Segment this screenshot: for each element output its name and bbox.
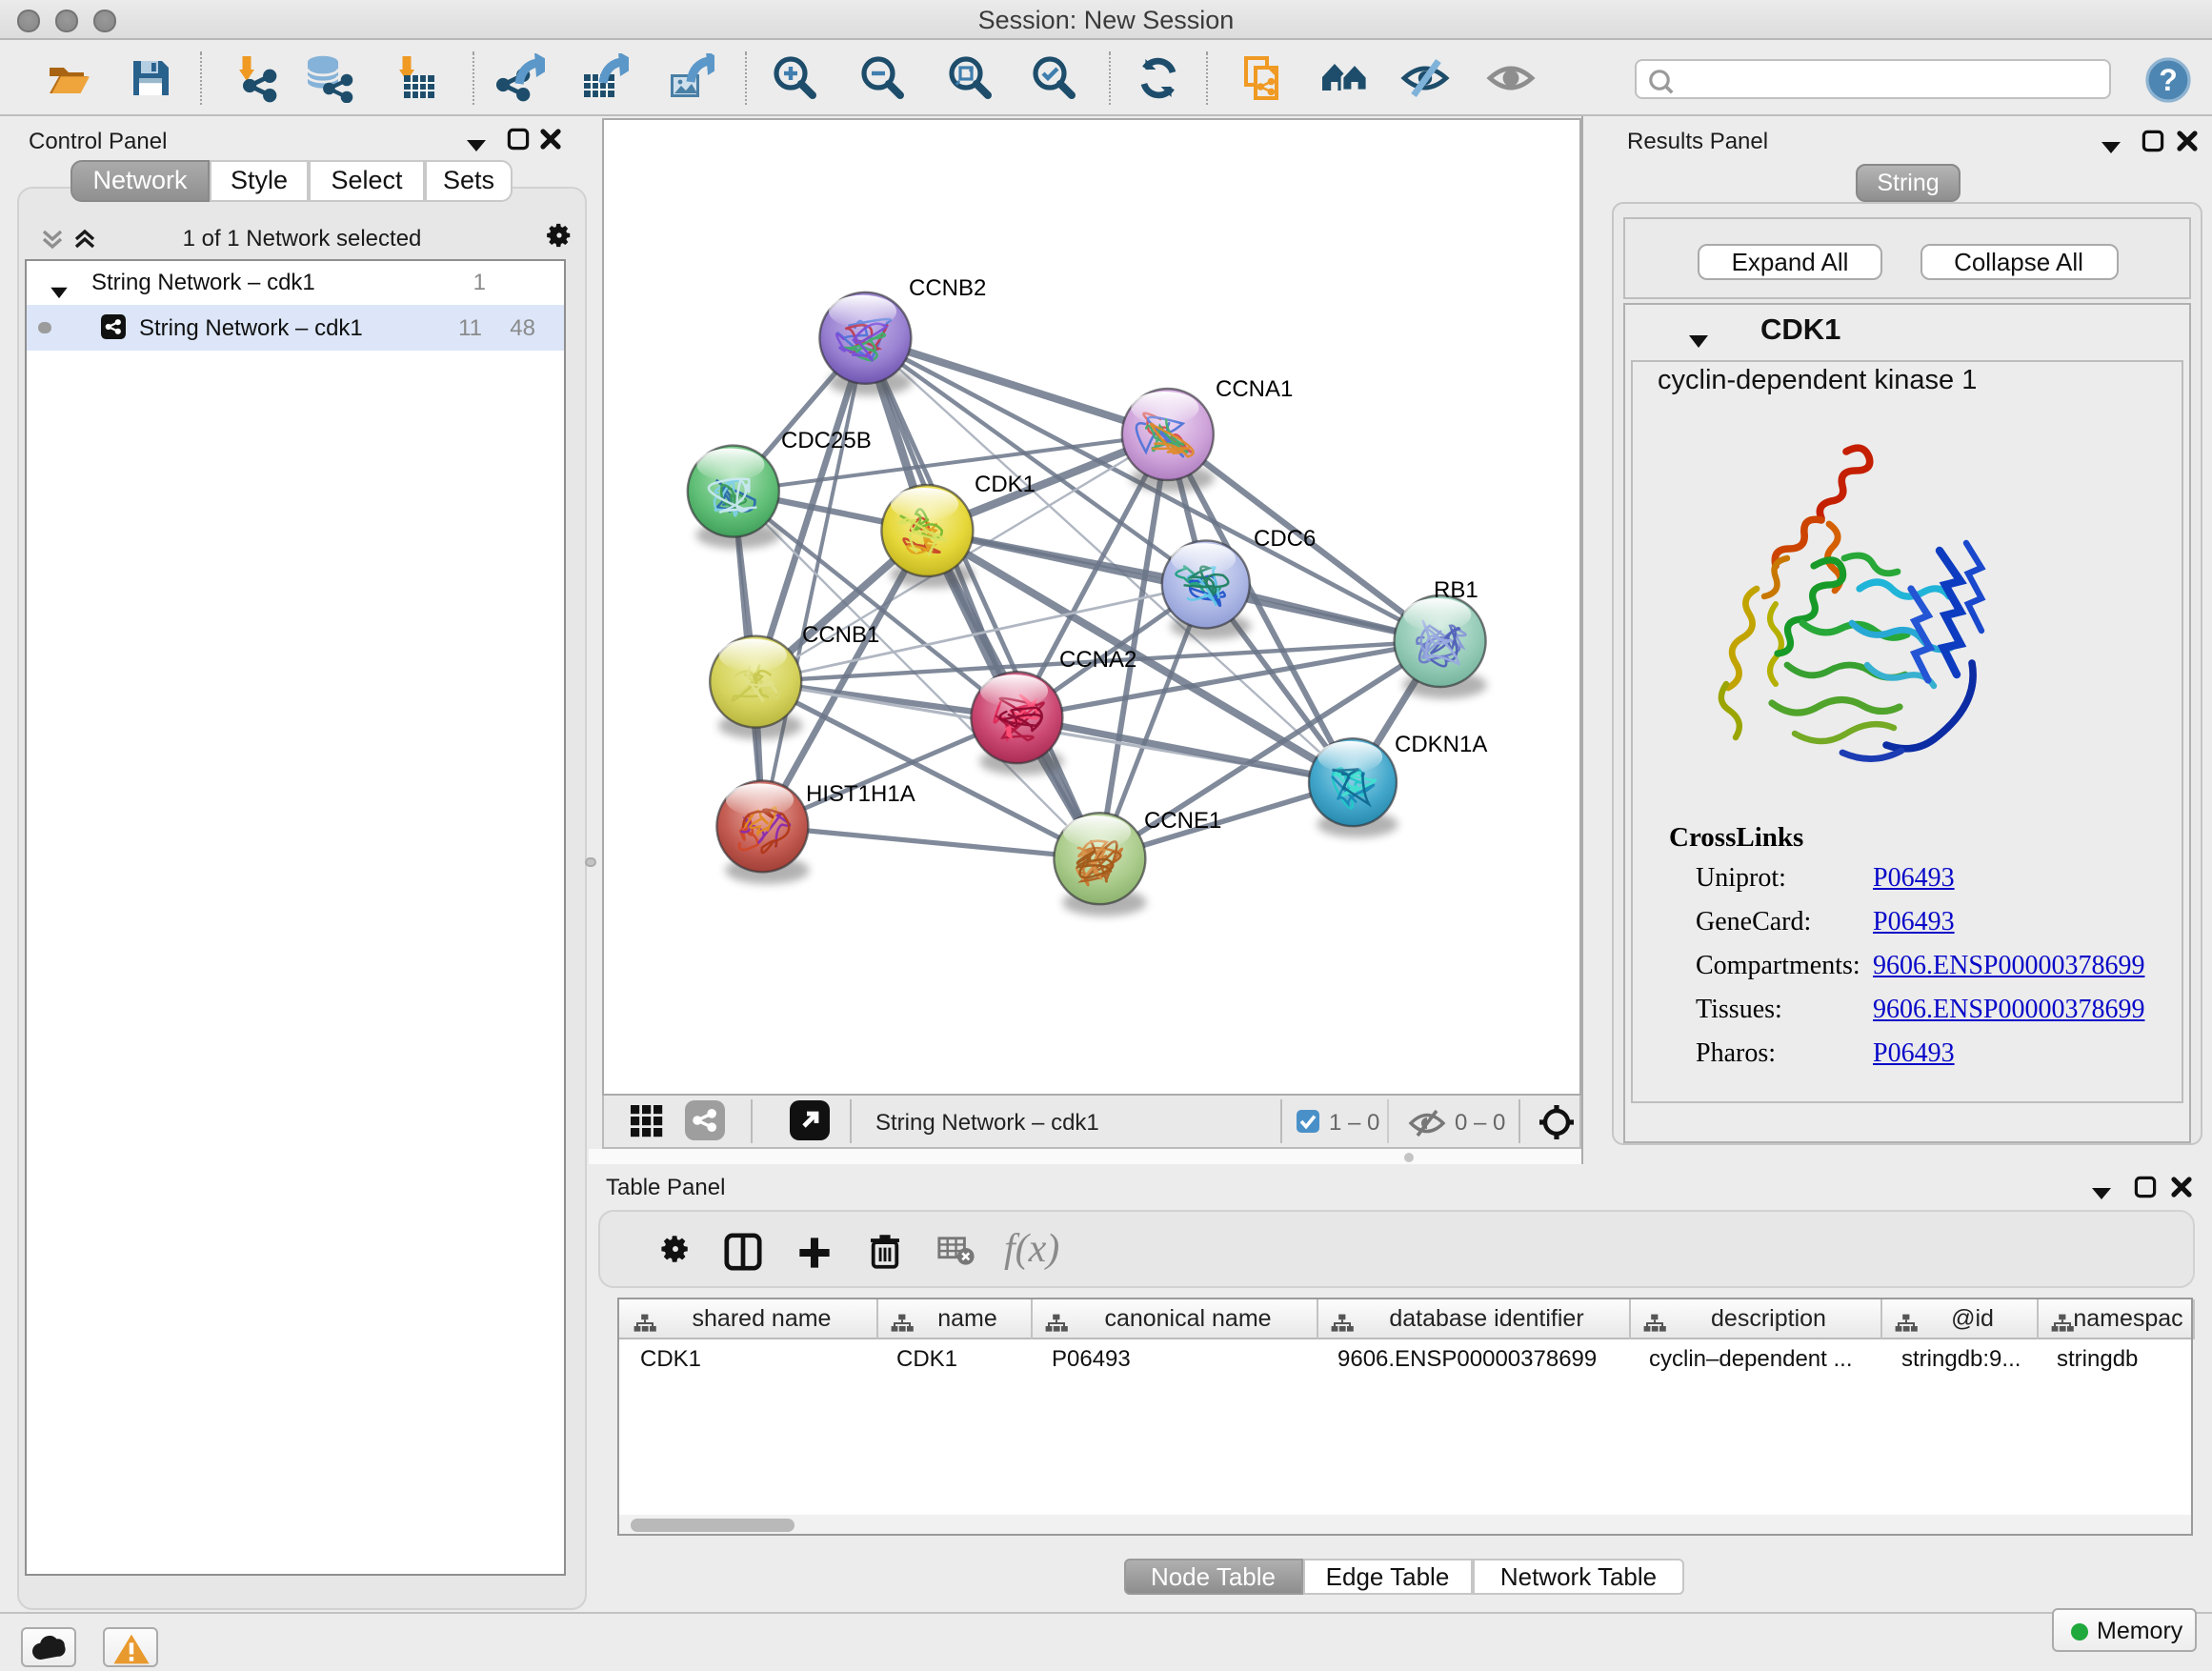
svg-text:CCNB1: CCNB1: [801, 622, 878, 648]
svg-text:CCNA2: CCNA2: [1058, 647, 1136, 673]
svg-text:?: ?: [2159, 62, 2178, 96]
svg-text:CDK1: CDK1: [974, 472, 1035, 497]
svg-text:CDC6: CDC6: [1253, 526, 1315, 552]
svg-text:CCNA1: CCNA1: [1215, 376, 1292, 402]
svg-text:HIST1H1A: HIST1H1A: [805, 781, 915, 807]
svg-text:RB1: RB1: [1433, 577, 1478, 603]
svg-text:CDC25B: CDC25B: [780, 428, 871, 453]
svg-text:CDKN1A: CDKN1A: [1394, 732, 1486, 757]
svg-text:CCNE1: CCNE1: [1143, 808, 1220, 834]
svg-text:CCNB2: CCNB2: [908, 275, 985, 301]
